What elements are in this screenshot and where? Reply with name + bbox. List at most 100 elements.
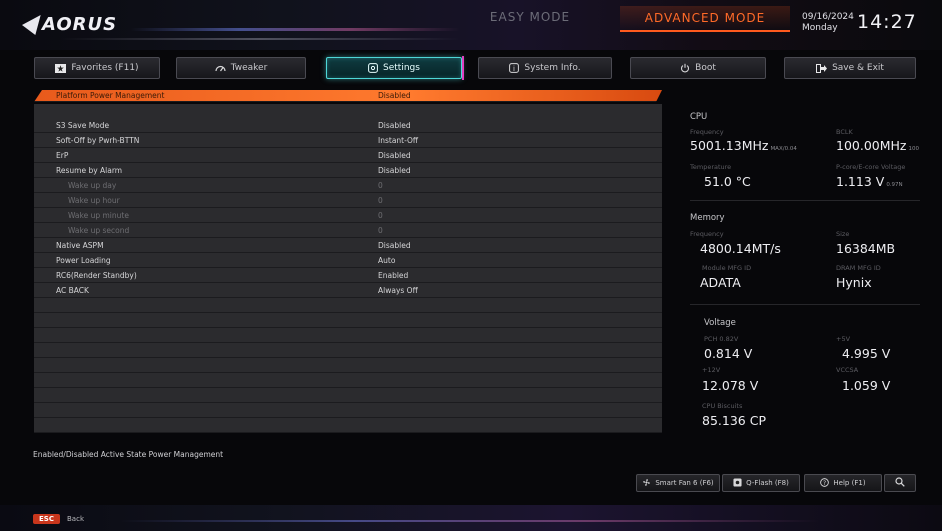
setting-row-ac-back[interactable]: AC BACK Always Off <box>34 283 662 298</box>
setting-row-empty <box>34 403 662 418</box>
clock-display: 14:27 <box>857 11 917 33</box>
header-light-streak-2 <box>60 38 460 40</box>
memory-section-title: Memory <box>690 213 725 223</box>
setting-row-wake-up-hour: Wake up hour 0 <box>34 193 662 208</box>
setting-row-empty <box>34 328 662 343</box>
bclk-number: 100.00MHz <box>836 138 907 153</box>
setting-row-wake-up-second: Wake up second 0 <box>34 223 662 238</box>
esc-key-button[interactable]: ESC <box>33 514 60 524</box>
setting-label: Soft-Off by Pwrh-BTTN <box>56 135 140 145</box>
cpu-section-title: CPU <box>690 112 708 122</box>
setting-row-resume-by-alarm[interactable]: Resume by Alarm Disabled <box>34 163 662 178</box>
setting-label: Wake up second <box>68 225 130 235</box>
footer-light-streak <box>120 520 820 522</box>
setting-value: Disabled <box>378 240 411 250</box>
dram-mfg-value: Hynix <box>836 275 872 290</box>
cpu-frequency-value: 5001.13MHz MAX/0.04 <box>690 138 797 153</box>
setting-row-empty <box>34 418 662 433</box>
fan-icon <box>642 478 651 489</box>
smart-fan-button[interactable]: Smart Fan 6 (F6) <box>636 474 720 492</box>
tab-system-info-label: System Info. <box>524 63 581 73</box>
power-icon <box>680 63 690 73</box>
setting-row-wake-up-day: Wake up day 0 <box>34 178 662 193</box>
setting-row-erp[interactable]: ErP Disabled <box>34 148 662 163</box>
setting-row-soft-off[interactable]: Soft-Off by Pwrh-BTTN Instant-Off <box>34 133 662 148</box>
section-divider <box>690 304 920 305</box>
setting-value: 0 <box>378 195 383 205</box>
help-label: Help (F1) <box>833 479 866 487</box>
search-icon <box>895 477 905 489</box>
date-display: 09/16/2024 Monday <box>802 12 854 34</box>
memory-size-value: 16384MB <box>836 241 896 256</box>
cpu-voltage-value: 1.113 V 0.97N <box>836 174 903 189</box>
setting-row-selected[interactable]: Platform Power Management Disabled <box>34 90 662 102</box>
tab-save-exit-label: Save & Exit <box>832 63 884 73</box>
back-label: Back <box>67 515 84 523</box>
bclk-value: 100.00MHz 100 <box>836 138 919 153</box>
tab-favorites[interactable]: Favorites (F11) <box>34 57 160 79</box>
bclk-unit: 100 <box>908 146 919 152</box>
cpu-biscuits-label: CPU Biscuits <box>702 402 743 410</box>
info-icon: i <box>509 63 520 73</box>
setting-value: Always Off <box>378 285 418 295</box>
speedometer-icon <box>215 64 226 72</box>
tab-boot-label: Boot <box>695 63 716 73</box>
tab-settings[interactable]: Settings <box>326 56 464 80</box>
svg-text:i: i <box>513 65 515 73</box>
search-button[interactable] <box>884 474 916 492</box>
setting-row-wake-up-minute: Wake up minute 0 <box>34 208 662 223</box>
flash-icon <box>733 477 742 489</box>
cpu-temperature-label: Temperature <box>690 163 732 171</box>
v5-value: 4.995 V <box>842 346 891 361</box>
v5-label: +5V <box>836 335 851 343</box>
setting-row-empty <box>34 313 662 328</box>
memory-frequency-value: 4800.14MT/s <box>700 241 781 256</box>
cpu-biscuits-value: 85.136 CP <box>702 413 766 428</box>
setting-value: 0 <box>378 225 383 235</box>
tab-save-exit[interactable]: Save & Exit <box>784 57 916 79</box>
pch-voltage-label: PCH 0.82V <box>704 335 739 343</box>
setting-row-power-loading[interactable]: Power Loading Auto <box>34 253 662 268</box>
tab-system-info[interactable]: i System Info. <box>478 57 612 79</box>
settings-icon <box>368 63 378 73</box>
tab-tweaker-label: Tweaker <box>230 63 268 73</box>
setting-row-native-aspm[interactable]: Native ASPM Disabled <box>34 238 662 253</box>
q-flash-button[interactable]: Q-Flash (F8) <box>722 474 800 492</box>
setting-row-s3-save-mode[interactable]: S3 Save Mode Disabled <box>34 118 662 133</box>
setting-label: Power Loading <box>56 255 111 265</box>
setting-value: Disabled <box>378 120 411 130</box>
setting-row-spacer <box>34 104 662 119</box>
setting-label: Native ASPM <box>56 240 104 250</box>
setting-label: Platform Power Management <box>56 91 165 100</box>
header-bar: AORUS EASY MODE ADVANCED MODE 09/16/2024… <box>0 0 942 50</box>
memory-frequency-label: Frequency <box>690 230 724 238</box>
advanced-mode-tab[interactable]: ADVANCED MODE <box>620 6 790 32</box>
easy-mode-tab[interactable]: EASY MODE <box>460 6 600 28</box>
svg-text:?: ? <box>823 480 826 486</box>
vccsa-label: VCCSA <box>836 366 859 374</box>
tab-tweaker[interactable]: Tweaker <box>176 57 306 79</box>
exit-icon <box>816 63 828 73</box>
cpu-frequency-label: Frequency <box>690 128 724 136</box>
date-text: 09/16/2024 <box>802 12 854 22</box>
smart-fan-label: Smart Fan 6 (F6) <box>655 479 714 487</box>
setting-value: Disabled <box>378 150 411 160</box>
tab-favorites-label: Favorites (F11) <box>71 63 139 73</box>
setting-value: 0 <box>378 180 383 190</box>
header-light-streak <box>130 28 460 31</box>
setting-value: Auto <box>378 255 396 265</box>
setting-label: Resume by Alarm <box>56 165 123 175</box>
dram-mfg-label: DRAM MFG ID <box>836 264 881 272</box>
v12-label: +12V <box>702 366 721 374</box>
setting-label: ErP <box>56 150 69 160</box>
setting-label: Wake up day <box>68 180 117 190</box>
help-button[interactable]: ? Help (F1) <box>804 474 882 492</box>
cpu-voltage-unit: 0.97N <box>886 182 903 188</box>
tab-boot[interactable]: Boot <box>630 57 766 79</box>
setting-value: Disabled <box>378 91 411 100</box>
setting-row-rc6[interactable]: RC6(Render Standby) Enabled <box>34 268 662 283</box>
footer-bar <box>0 505 942 531</box>
help-description: Enabled/Disabled Active State Power Mana… <box>33 450 224 459</box>
section-divider <box>690 200 920 201</box>
tab-settings-label: Settings <box>383 63 420 73</box>
